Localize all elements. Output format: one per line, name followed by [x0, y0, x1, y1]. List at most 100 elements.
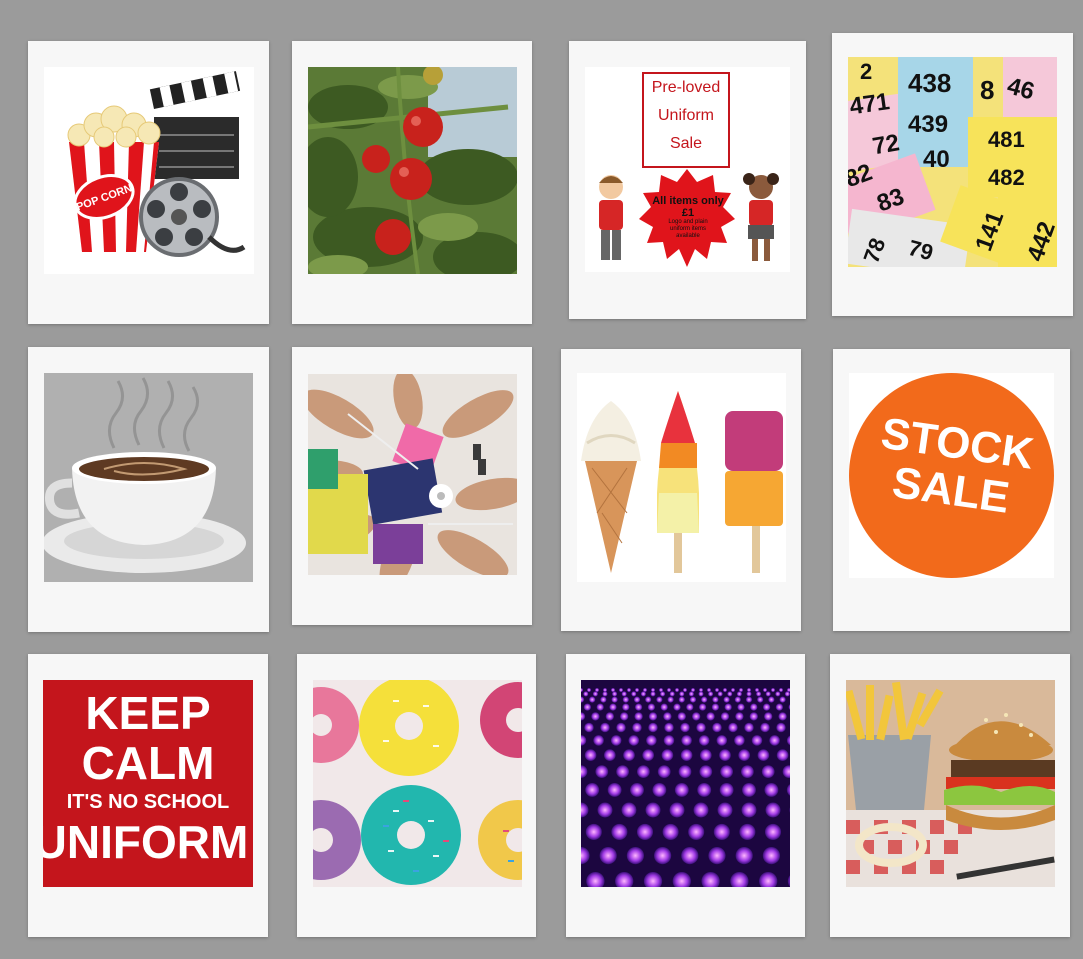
keep-calm-line-1: KEEP: [85, 687, 211, 739]
disco-light: [596, 703, 604, 711]
disco-light: [592, 691, 598, 697]
disco-light: [619, 688, 623, 692]
disco-light: [583, 691, 589, 697]
keep-calm-poster: KEEP CALM IT'S NO SCHOOL UNIFORM: [43, 680, 253, 887]
disco-light: [735, 847, 753, 865]
disco-light: [616, 765, 629, 778]
disco-light: [645, 802, 661, 818]
disco-light: [742, 782, 756, 797]
keep-calm-line-3: IT'S NO SCHOOL: [66, 791, 230, 813]
disco-light: [678, 765, 692, 778]
disco-light: [763, 688, 767, 692]
disco-light: [764, 782, 779, 797]
disco-light: [674, 782, 689, 797]
disco-light: [756, 691, 762, 697]
disco-light: [679, 691, 685, 697]
disco-light: [648, 722, 658, 733]
disco-light: [652, 782, 667, 797]
disco-light: [583, 703, 592, 711]
disco-light: [761, 765, 775, 778]
disco-light: [677, 712, 686, 721]
disco-light: [769, 735, 780, 746]
disco-light: [673, 703, 681, 711]
disco-light: [708, 847, 726, 865]
disco-light: [723, 688, 727, 692]
disco-light: [757, 749, 770, 761]
disco-light: [662, 823, 679, 840]
polaroid-raffle-tickets: 438 439 481 482 471 72 82 83 141 442 46 …: [832, 33, 1073, 316]
disco-light: [660, 691, 666, 697]
ticket-2: 2: [860, 59, 872, 84]
disco-light: [647, 703, 656, 711]
disco-light: [654, 847, 672, 865]
disco-light: [646, 735, 657, 746]
disco-light: [723, 696, 730, 703]
disco-light: [760, 722, 770, 733]
disco-light: [584, 749, 597, 761]
ticket-8: 8: [980, 75, 994, 105]
disco-light: [584, 722, 594, 733]
disco-light: [602, 691, 608, 697]
polaroid-keep-calm: KEEP CALM IT'S NO SCHOOL UNIFORM: [28, 654, 268, 937]
disco-light: [717, 802, 733, 818]
disco-light: [640, 691, 646, 697]
polaroid-coffee: [28, 347, 269, 632]
disco-light: [597, 802, 613, 818]
disco-light: [720, 765, 733, 778]
disco-light: [720, 712, 730, 721]
disco-light: [589, 696, 596, 703]
disco-light: [656, 696, 663, 703]
disco-light: [744, 722, 754, 733]
disco-light: [611, 823, 628, 840]
disco-light: [764, 823, 782, 840]
polaroid-knitting: [292, 347, 532, 625]
disco-light: [734, 735, 745, 746]
disco-light: [611, 696, 618, 703]
disco-light: [771, 688, 775, 692]
disco-light: [689, 696, 697, 703]
ticket-482: 482: [988, 165, 1025, 190]
disco-light: [663, 735, 675, 746]
disco-light: [757, 696, 764, 703]
disco-light: [612, 691, 618, 697]
polaroid-burger: [830, 654, 1070, 937]
polaroid-tomatoes: [292, 41, 532, 324]
polaroid-popcorn: POP CORN: [28, 41, 269, 324]
disco-light: [735, 712, 744, 721]
disco-light: [605, 712, 614, 721]
disco-light: [779, 688, 783, 692]
disco-light: [595, 765, 609, 778]
disco-light: [697, 782, 712, 797]
disco-light: [628, 735, 640, 746]
disco-light: [663, 712, 672, 721]
keep-calm-line-4: UNIFORM: [43, 816, 249, 868]
uniform-sale-title-1: Pre-loved: [651, 79, 721, 96]
disco-light: [699, 749, 712, 761]
disco-light: [708, 691, 714, 697]
disco-light: [698, 703, 707, 711]
disco-light: [621, 691, 627, 697]
disco-light: [593, 735, 604, 746]
disco-light: [784, 691, 790, 697]
disco-light: [775, 691, 781, 697]
disco-light: [599, 847, 617, 865]
disco-light: [600, 722, 610, 733]
disco-light: [724, 703, 732, 711]
disco-light: [660, 703, 668, 711]
disco-light: [717, 691, 723, 697]
disco-light: [632, 722, 642, 733]
disco-light: [734, 696, 741, 703]
disco-light: [698, 691, 704, 697]
uniform-sale-poster: Pre-loved Uniform Sale All items only £1…: [585, 67, 790, 272]
ticket-438: 438: [908, 68, 951, 98]
uniform-sale-title-box: Pre-loved Uniform Sale: [642, 72, 730, 168]
disco-light: [712, 722, 722, 733]
disco-light: [749, 712, 758, 721]
disco-light: [678, 696, 685, 703]
disco-light: [642, 749, 655, 761]
ticket-439: 439: [908, 111, 948, 138]
disco-light: [627, 688, 631, 692]
disco-light: [669, 691, 675, 697]
disco-light: [686, 703, 694, 711]
disco-light: [745, 696, 753, 703]
